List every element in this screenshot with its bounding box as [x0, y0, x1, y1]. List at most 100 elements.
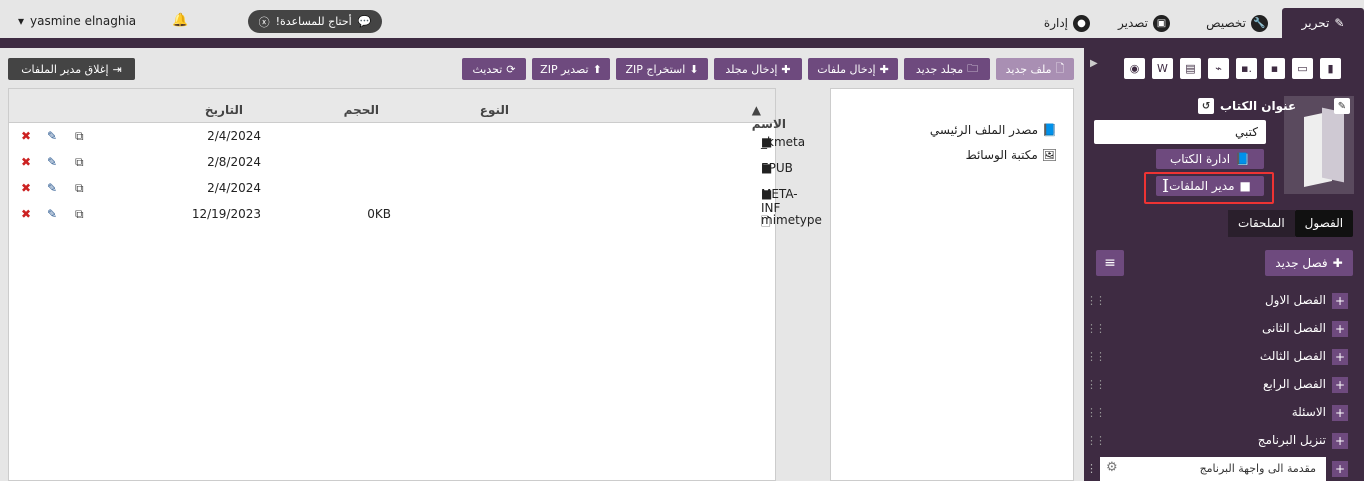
chapter-label: الفصل الثالث: [1259, 349, 1326, 363]
column-type-header[interactable]: النوع: [480, 103, 509, 117]
book-tag-field[interactable]: كتبي: [1094, 120, 1266, 144]
delete-icon[interactable]: ✖: [21, 207, 31, 221]
file-date: 2/4/2024: [207, 129, 261, 143]
collapse-arrow-icon[interactable]: ▶: [1090, 58, 1098, 69]
tab-customize[interactable]: 🔧 تخصيص: [1188, 8, 1268, 38]
plus-icon[interactable]: +: [1332, 349, 1348, 365]
tab-admin[interactable]: ● إدارة: [1030, 8, 1090, 38]
insert-files-button[interactable]: ✚ إدخال ملفات: [808, 58, 898, 80]
plus-icon: ✚: [879, 62, 889, 76]
help-label: أحتاج للمساعدة!: [275, 15, 352, 28]
user-menu[interactable]: ▾ yasmine elnaghia: [18, 14, 136, 28]
drag-handle-icon[interactable]: ⋮⋮: [1086, 322, 1106, 335]
tree-item-media-library[interactable]: 🖼 مكتبة الوسائط: [966, 148, 1057, 162]
rename-icon[interactable]: ✎: [47, 155, 57, 169]
plus-icon[interactable]: +: [1332, 293, 1348, 309]
extract-zip-button[interactable]: ⬇ استخراج ZIP: [616, 58, 708, 80]
new-file-button[interactable]: 🗋 ملف جديد: [996, 58, 1074, 80]
rename-icon[interactable]: ✎: [47, 207, 57, 221]
table-row[interactable]: mimetype 🗋 0KB 12/19/2023 ✖ ✎ ⧉: [9, 201, 822, 229]
column-date-header[interactable]: التاريخ: [205, 103, 243, 117]
open-folder-icon[interactable]: ▭: [1292, 58, 1313, 79]
drag-handle-icon[interactable]: ⋮⋮: [1086, 378, 1106, 391]
folder-icon: ■: [761, 161, 773, 175]
new-file-icon[interactable]: ▮: [1320, 58, 1341, 79]
delete-icon[interactable]: ✖: [21, 129, 31, 143]
button-label: إدخال مجلد: [725, 62, 778, 76]
button-label: ملف جديد: [1005, 62, 1052, 76]
tab-appendices[interactable]: الملحقات: [1228, 210, 1295, 237]
close-file-manager-button[interactable]: ⇥ إغلاق مدير الملفات: [8, 58, 135, 80]
drag-handle-icon[interactable]: ⋮⋮: [1086, 350, 1106, 363]
tab-label: تحرير: [1301, 16, 1330, 30]
tab-export[interactable]: ▣ تصدير: [1100, 8, 1170, 38]
chapter-tabs: الملحقات الفصول: [1228, 210, 1354, 237]
chapter-item[interactable]: ⋮⋮ + الاسئلة: [1084, 404, 1364, 426]
save-icon[interactable]: ▪: [1264, 58, 1285, 79]
copy-icon[interactable]: ⧉: [75, 181, 84, 196]
tab-edit[interactable]: ✎ تحرير: [1282, 8, 1364, 38]
gear-icon[interactable]: ⚙: [1106, 460, 1118, 475]
table-row[interactable]: META-INF ■ 2/4/2024 ✖ ✎ ⧉: [9, 175, 798, 215]
download-icon: ⬇: [689, 62, 699, 76]
plus-icon[interactable]: +: [1332, 461, 1348, 477]
chapter-item[interactable]: ⋮⋮ + الفصل الثانى: [1084, 320, 1364, 342]
help-button[interactable]: 💬 أحتاج للمساعدة! ⓧ: [248, 10, 382, 33]
table-row[interactable]: EPUB ■ 2/8/2024 ✖ ✎ ⧉: [9, 149, 793, 175]
copy-icon[interactable]: ⧉: [75, 129, 84, 144]
copy-icon[interactable]: ⧉: [75, 207, 84, 222]
chapter-item[interactable]: ⋮⋮ + الفصل الرابع: [1084, 376, 1364, 398]
tab-chapters[interactable]: الفصول: [1294, 210, 1354, 237]
table-row[interactable]: _kmeta ■ 2/4/2024 ✖ ✎ ⧉: [9, 123, 805, 149]
tree-item-label: مصدر الملف الرئيسي: [929, 123, 1039, 137]
doc-export-icon[interactable]: ▤: [1180, 58, 1201, 79]
drag-handle-icon[interactable]: ⋮⋮: [1086, 406, 1106, 419]
drag-handle-icon[interactable]: ⋮⋮: [1086, 294, 1106, 307]
button-label: ادارة الكتاب: [1169, 152, 1231, 166]
book-management-button[interactable]: 📘 ادارة الكتاب: [1156, 149, 1264, 169]
tree-item-main-source[interactable]: 📘 مصدر الملف الرئيسي: [930, 123, 1057, 137]
column-name-header[interactable]: الاسم ▲: [752, 103, 786, 131]
pdf-export-icon[interactable]: ⌁: [1208, 58, 1229, 79]
sidebar: ▶ ◉ W ▤ ⌁ ▪. ▪ ▭ ▮ ✎ عنوان الكتاب ↺ كتبي…: [1084, 48, 1364, 481]
plus-icon[interactable]: +: [1332, 377, 1348, 393]
new-folder-button[interactable]: 🗀 مجلد جديد: [904, 58, 990, 80]
copy-icon[interactable]: ⧉: [75, 155, 84, 170]
delete-icon[interactable]: ✖: [21, 155, 31, 169]
tree-item-label: مكتبة الوسائط: [965, 148, 1038, 162]
plus-icon[interactable]: +: [1332, 405, 1348, 421]
rename-icon[interactable]: ✎: [47, 181, 57, 195]
caret-down-icon: ▾: [18, 14, 25, 28]
user-name: yasmine elnaghia: [30, 14, 137, 28]
undo-icon[interactable]: ↺: [1198, 98, 1214, 114]
menu-icon[interactable]: ≡: [1096, 250, 1124, 276]
new-chapter-button[interactable]: ✚ فصل جديد: [1265, 250, 1353, 276]
book-title-row: عنوان الكتاب ↺: [1198, 98, 1296, 114]
chapter-item[interactable]: ⋮⋮ + الفصل الثالث: [1084, 348, 1364, 370]
bell-icon[interactable]: 🔔: [172, 13, 188, 28]
chapter-item[interactable]: ⋮⋮ + الفصل الاول: [1084, 292, 1364, 314]
file-date: 12/19/2023: [191, 207, 261, 221]
plus-icon[interactable]: +: [1332, 321, 1348, 337]
refresh-button[interactable]: ⟳ تحديث: [462, 58, 526, 80]
drag-handle-icon[interactable]: ⋮⋮: [1086, 434, 1106, 447]
chapter-item[interactable]: ⋮⋮ + تنزيل البرنامج: [1084, 432, 1364, 454]
plus-icon[interactable]: +: [1332, 433, 1348, 449]
globe-icon[interactable]: ◉: [1124, 58, 1145, 79]
wrench-icon: 🔧: [1251, 14, 1268, 32]
rename-icon[interactable]: ✎: [47, 129, 57, 143]
export-zip-button[interactable]: ⬆ تصدير ZIP: [532, 58, 610, 80]
chapter-label: الاسئلة: [1291, 405, 1326, 419]
close-circle-icon[interactable]: ⓧ: [259, 14, 270, 30]
delete-icon[interactable]: ✖: [21, 181, 31, 195]
chapter-item-editing[interactable]: ⚙ مقدمة الى واجهة البرنامج: [1100, 457, 1326, 481]
save-as-icon[interactable]: ▪.: [1236, 58, 1257, 79]
file-manager-button[interactable]: ■ مدير الملفات: [1156, 176, 1264, 196]
book-icon: 📘: [1042, 123, 1057, 137]
word-export-icon[interactable]: W: [1152, 58, 1173, 79]
tab-label: تخصيص: [1206, 16, 1246, 30]
insert-folder-button[interactable]: ✚ إدخال مجلد: [714, 58, 802, 80]
column-size-header[interactable]: الحجم: [344, 103, 379, 117]
cover-shape: [1322, 107, 1344, 183]
edit-cover-icon[interactable]: ✎: [1334, 98, 1350, 114]
